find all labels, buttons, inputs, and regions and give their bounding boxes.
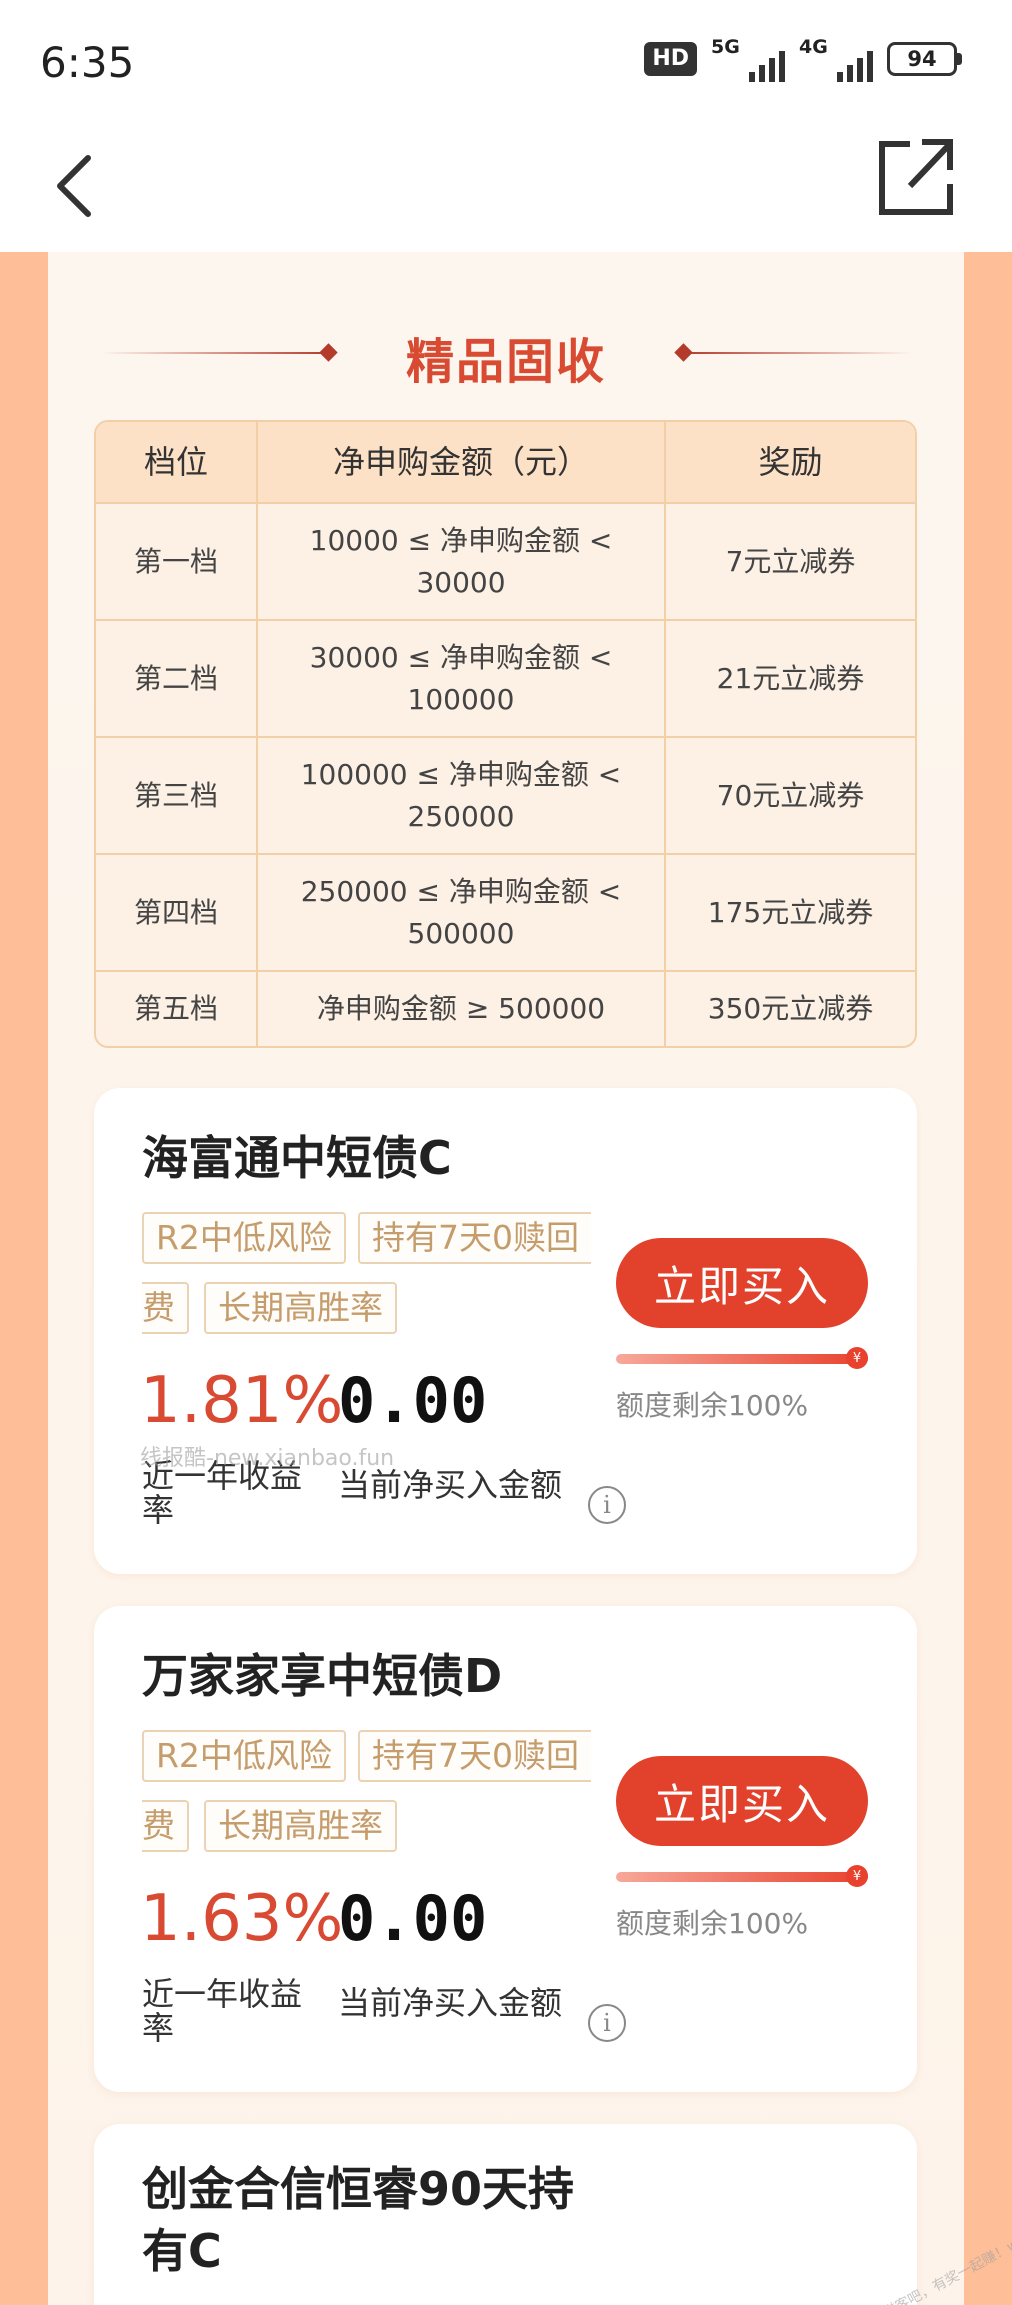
battery-icon: 94 bbox=[887, 42, 962, 76]
yuan-icon: ¥ bbox=[846, 1347, 868, 1369]
header-reward: 奖励 bbox=[758, 443, 823, 481]
reward-cell: 70元立减券 bbox=[716, 778, 865, 812]
table-row: 第二档 30000 ≤ 净申购金额 < 100000 21元立减券 bbox=[96, 619, 915, 736]
tag-hold: 持有7天0赎回 bbox=[358, 1730, 591, 1782]
reward-cell: 175元立减券 bbox=[707, 895, 874, 929]
quota-remaining-text: 额度剩余100% bbox=[616, 1389, 809, 1422]
section-header: 精品固收 bbox=[100, 322, 912, 390]
header-tier: 档位 bbox=[96, 422, 258, 502]
yuan-icon: ¥ bbox=[846, 1865, 868, 1887]
tier-cell: 第一档 bbox=[96, 504, 258, 619]
reward-cell: 7元立减券 bbox=[725, 544, 856, 578]
section-title: 精品固收 bbox=[405, 334, 606, 390]
tier-cell: 第二档 bbox=[96, 621, 258, 736]
range-cell: 10000 ≤ 净申购金额 < 30000 bbox=[258, 504, 666, 619]
tag-risk: R2中低风险 bbox=[142, 1730, 346, 1782]
title-divider-right bbox=[682, 352, 912, 354]
tag-hold: 持有7天0赎回 bbox=[358, 1212, 591, 1264]
table-row: 第三档 100000 ≤ 净申购金额 < 250000 70元立减券 bbox=[96, 736, 915, 853]
tier-cell: 第五档 bbox=[96, 972, 258, 1046]
buy-now-button[interactable]: 立即买入 bbox=[616, 1756, 868, 1846]
status-time: 6:35 bbox=[40, 38, 135, 87]
battery-level: 94 bbox=[887, 42, 957, 76]
signal-5g-icon: 5G bbox=[711, 36, 785, 82]
quota-remaining-text: 额度剩余100% bbox=[616, 1907, 809, 1940]
range-cell: 净申购金额 ≥ 500000 bbox=[258, 972, 666, 1046]
annual-return-rate: 1.81% bbox=[140, 1364, 344, 1438]
watermark: 线报酷-new.xianbao.fun bbox=[140, 1446, 395, 1471]
table-row: 第五档 净申购金额 ≥ 500000 350元立减券 bbox=[96, 970, 915, 1046]
net-buy-amount: 0.00 bbox=[338, 1882, 488, 1955]
reward-cell: 21元立减券 bbox=[716, 661, 865, 695]
net-buy-amount: 0.00 bbox=[338, 1364, 488, 1437]
quota-progress-bar bbox=[616, 1872, 868, 1882]
amount-label: 当前净买入金额 bbox=[338, 1984, 563, 2022]
product-card[interactable]: 创金合信恒睿90天持有C bbox=[94, 2124, 917, 2305]
table-row: 第四档 250000 ≤ 净申购金额 < 500000 175元立减券 bbox=[96, 853, 915, 970]
info-icon[interactable]: i bbox=[588, 2004, 626, 2042]
tag-risk: R2中低风险 bbox=[142, 1212, 346, 1264]
table-row: 第一档 10000 ≤ 净申购金额 < 30000 7元立减券 bbox=[96, 502, 915, 619]
signal-4g-icon: 4G bbox=[799, 36, 873, 82]
buy-now-button[interactable]: 立即买入 bbox=[616, 1238, 868, 1328]
product-name: 万家家享中短债D bbox=[142, 1649, 503, 1703]
tag-win-rate: 长期高胜率 bbox=[204, 1282, 397, 1334]
product-name: 海富通中短债C bbox=[142, 1131, 452, 1185]
range-cell: 250000 ≤ 净申购金额 < 500000 bbox=[258, 855, 666, 970]
range-cell: 100000 ≤ 净申购金额 < 250000 bbox=[258, 738, 666, 853]
chevron-left-icon[interactable] bbox=[44, 146, 104, 226]
quota-progress-bar bbox=[616, 1354, 868, 1364]
product-card[interactable]: 万家家享中短债D R2中低风险 持有7天0赎回 费 长期高胜率 1.63% 0.… bbox=[94, 1606, 917, 2092]
tier-cell: 第四档 bbox=[96, 855, 258, 970]
rate-label: 近一年收益率 bbox=[142, 1975, 303, 2047]
reward-cell: 350元立减券 bbox=[707, 992, 874, 1025]
tier-cell: 第三档 bbox=[96, 738, 258, 853]
hd-voice-icon: HD bbox=[644, 42, 697, 76]
nav-bar bbox=[0, 126, 1012, 252]
share-icon[interactable] bbox=[870, 132, 960, 222]
tag-win-rate: 长期高胜率 bbox=[204, 1800, 397, 1852]
info-icon[interactable]: i bbox=[588, 1486, 626, 1524]
tier-table: 档位 净申购金额（元） 奖励 第一档 10000 ≤ 净申购金额 < 30000… bbox=[94, 420, 917, 1048]
annual-return-rate: 1.63% bbox=[140, 1882, 344, 1956]
product-name: 创金合信恒睿90天持有C bbox=[142, 2162, 575, 2279]
tag-hold-tail: 费 bbox=[142, 1282, 189, 1334]
range-cell: 30000 ≤ 净申购金额 < 100000 bbox=[258, 621, 666, 736]
product-card[interactable]: 海富通中短债C R2中低风险 持有7天0赎回 费 长期高胜率 1.81% 0.0… bbox=[94, 1088, 917, 1574]
tag-hold-tail: 费 bbox=[142, 1800, 189, 1852]
table-header-row: 档位 净申购金额（元） 奖励 bbox=[96, 422, 915, 502]
status-icons: HD 5G 4G 94 bbox=[644, 36, 962, 82]
status-bar: 6:35 HD 5G 4G 94 bbox=[0, 0, 1012, 126]
header-amount: 净申购金额（元） bbox=[258, 422, 666, 502]
